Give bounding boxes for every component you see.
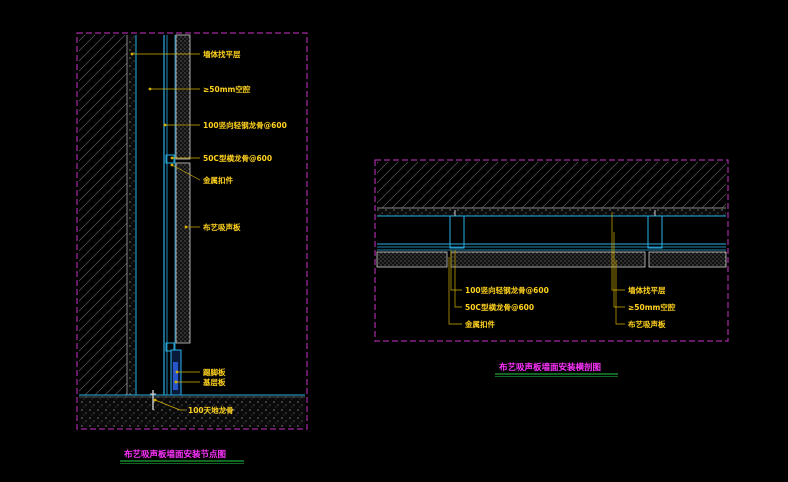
plan-label-transverse-keel: 50C型横龙骨@600 <box>465 302 534 312</box>
label-moisture-board: 踢脚板 <box>203 367 226 377</box>
masonry-wall <box>79 35 127 395</box>
label-vertical-keel: 100竖向轻钢龙骨@600 <box>203 120 287 130</box>
label-base-board: 基层板 <box>202 377 226 387</box>
plan-view-title: 布艺吸声板墙面安装横剖图 <box>498 362 601 373</box>
label-floor-keel: 100天地龙骨 <box>188 405 234 415</box>
plan-vertical-keel-left <box>449 210 465 249</box>
label-leveling-layer: 墙体找平层 <box>203 49 241 59</box>
section-view-title: 布艺吸声板墙面安装节点图 <box>123 449 226 460</box>
cad-drawing-canvas: 墙体找平层 ≥50mm空腔 100竖向轻钢龙骨@600 50C型横龙骨@600 … <box>76 32 729 464</box>
leveling-layer <box>128 35 136 395</box>
plan-label-air-gap: ≥50mm空腔 <box>628 302 676 312</box>
fabric-panel-upper <box>175 34 191 160</box>
plan-leveling-layer <box>377 209 726 216</box>
label-air-gap: ≥50mm空腔 <box>203 84 251 94</box>
plan-view: 100竖向轻钢龙骨@600 50C型横龙骨@600 金属扣件 墙体找平层 ≥50… <box>374 159 729 377</box>
label-transverse-keel: 50C型横龙骨@600 <box>203 153 272 163</box>
plan-label-vertical-keel: 100竖向轻钢龙骨@600 <box>465 285 549 295</box>
plan-label-leveling-layer: 墙体找平层 <box>628 285 666 295</box>
plan-fabric-panel-right <box>648 251 727 268</box>
plan-label-metal-clip: 金属扣件 <box>464 319 495 329</box>
fabric-panel-lower <box>175 162 191 344</box>
label-fabric-panel: 布艺吸声板 <box>203 222 241 232</box>
plan-label-fabric-panel: 布艺吸声板 <box>628 319 666 329</box>
label-metal-clip: 金属扣件 <box>202 175 233 185</box>
plan-masonry-wall <box>377 162 726 208</box>
section-view: 墙体找平层 ≥50mm空腔 100竖向轻钢龙骨@600 50C型横龙骨@600 … <box>76 32 308 464</box>
plan-fabric-panel-left <box>376 251 448 268</box>
plan-vertical-keel-right <box>647 210 663 249</box>
